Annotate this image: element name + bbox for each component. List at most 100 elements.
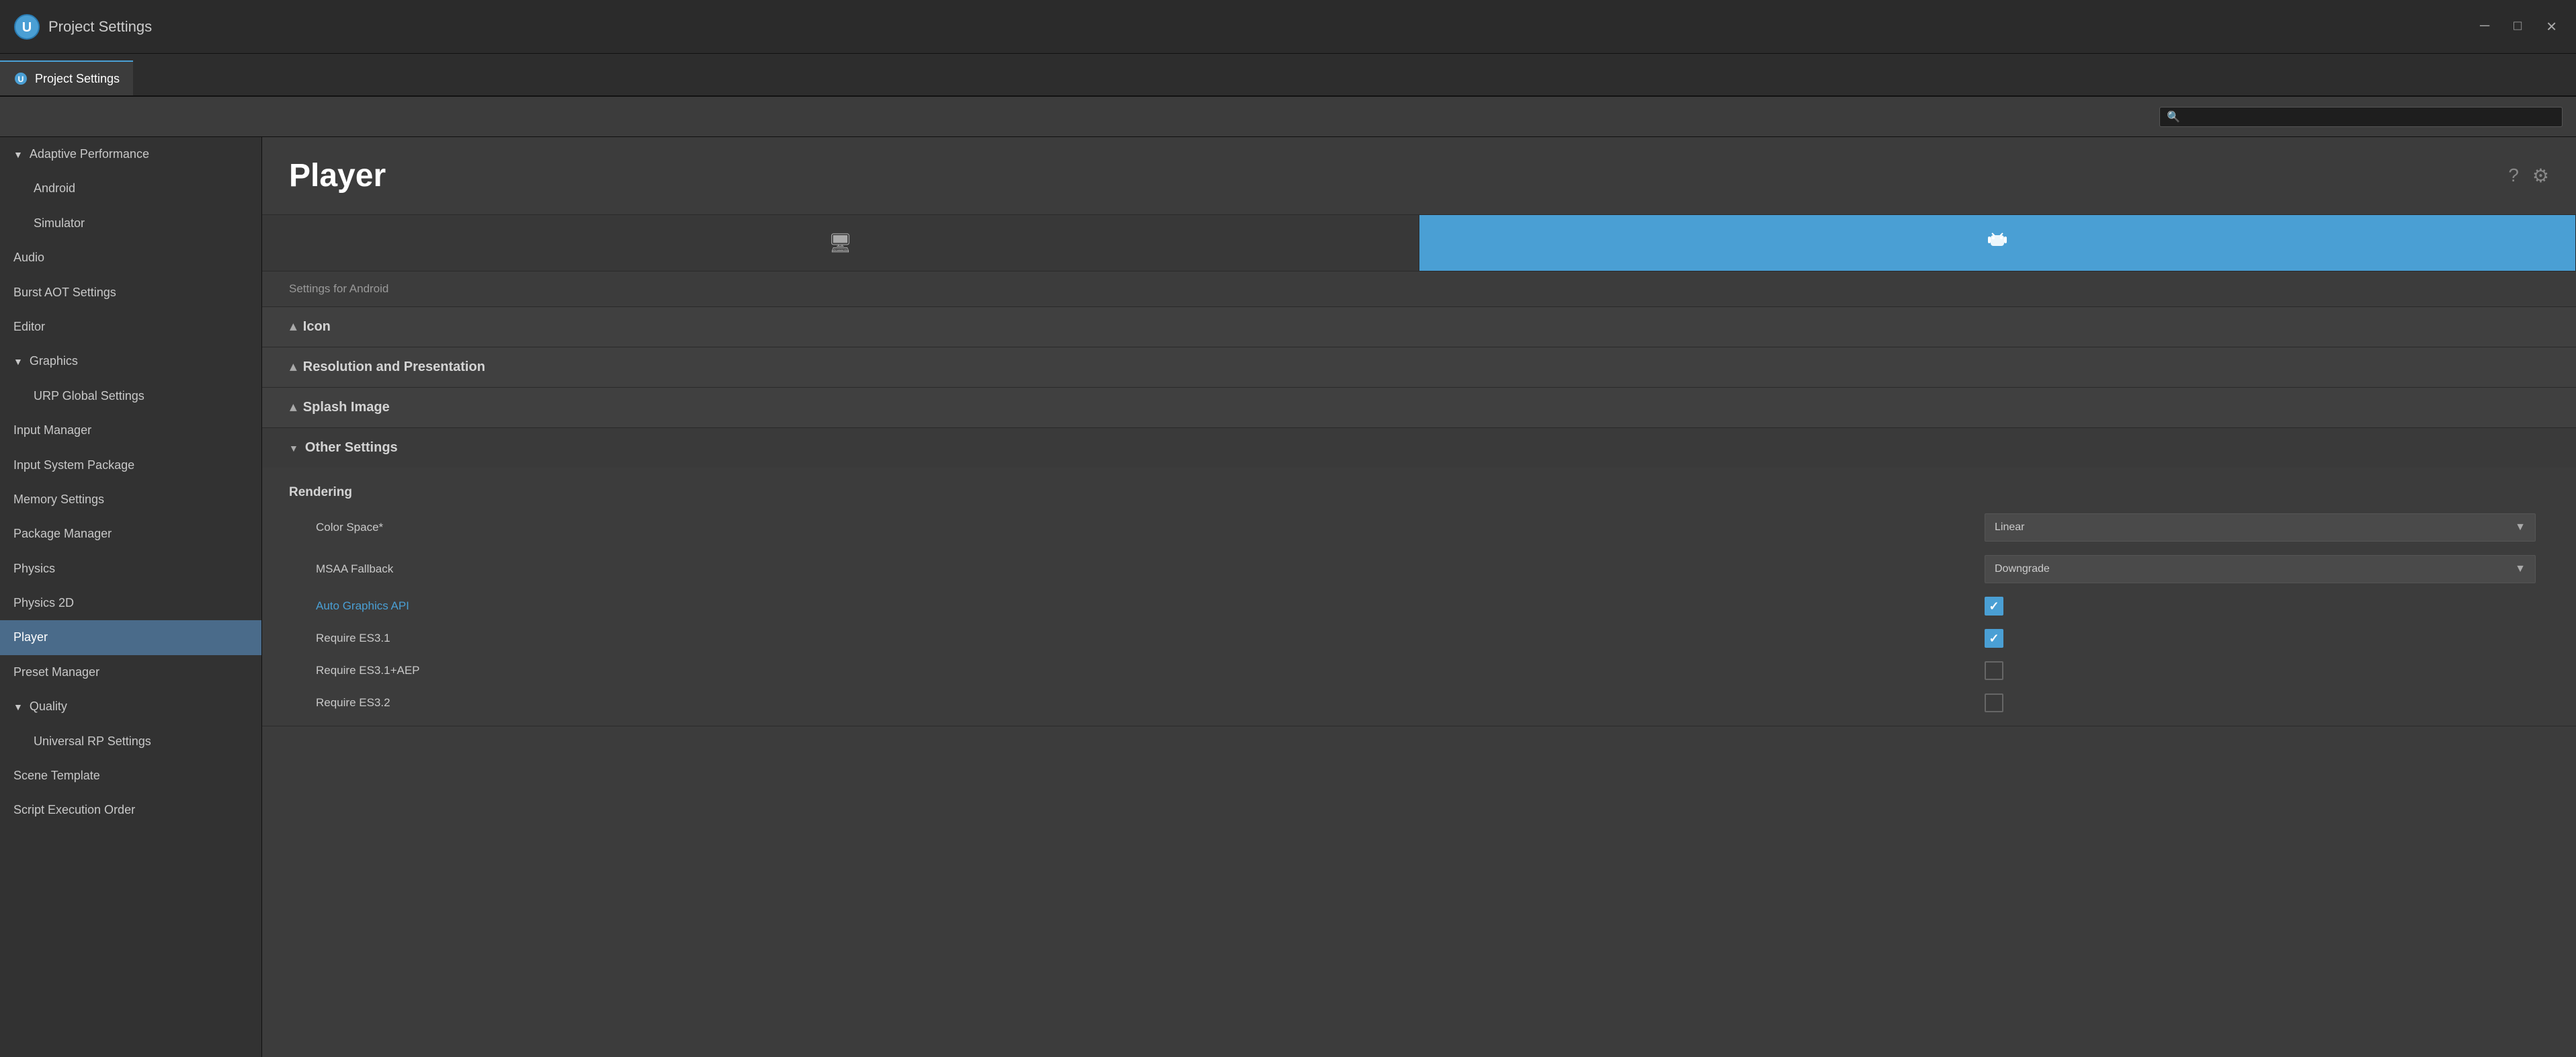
es31aep-value [1985, 661, 2536, 680]
sidebar-item-player[interactable]: Player [0, 620, 261, 654]
sidebar-label: Burst AOT Settings [13, 285, 116, 300]
header-icons: ? ⚙ [2508, 165, 2549, 187]
sidebar-label: Graphics [30, 353, 78, 369]
desktop-icon: 🖥 [828, 232, 852, 254]
platform-tab-android[interactable] [1419, 215, 2576, 271]
es31-checkbox[interactable] [1985, 629, 2003, 648]
sidebar-label: Simulator [34, 216, 85, 231]
sidebar-label: Universal RP Settings [34, 734, 151, 749]
section-resolution: ▶ Resolution and Presentation [262, 347, 2576, 388]
content-header: Player ? ⚙ [262, 137, 2576, 215]
sidebar-item-universal-rp[interactable]: Universal RP Settings [0, 724, 261, 759]
android-icon [1985, 228, 2009, 257]
settings-for-label: Settings for Android [262, 271, 2576, 307]
title-bar-text: Project Settings [48, 18, 152, 36]
sidebar-label: Audio [13, 250, 44, 265]
sidebar-item-script-execution[interactable]: Script Execution Order [0, 793, 261, 827]
sidebar-item-input-manager[interactable]: Input Manager [0, 413, 261, 448]
sidebar-item-physics-2d[interactable]: Physics 2D [0, 586, 261, 620]
dropdown-arrow-icon: ▼ [2515, 521, 2526, 534]
section-other-content: Rendering Color Space* Linear ▼ MSAA Fal… [262, 468, 2576, 726]
section-splash-header[interactable]: ▶ Splash Image [262, 388, 2576, 427]
sidebar-label: Physics 2D [13, 595, 74, 611]
search-container: 🔍 [2159, 107, 2563, 127]
section-other-header[interactable]: ▼ Other Settings [262, 428, 2576, 468]
setting-row-color-space: Color Space* Linear ▼ [289, 507, 2549, 548]
sidebar-item-burst-aot[interactable]: Burst AOT Settings [0, 276, 261, 310]
search-bar: 🔍 [0, 97, 2576, 137]
section-other-title: Other Settings [305, 440, 398, 456]
sidebar-label: Package Manager [13, 526, 112, 542]
es31aep-label: Require ES3.1+AEP [302, 664, 1985, 677]
sidebar-label: Adaptive Performance [30, 146, 149, 162]
sidebar-item-adaptive-performance[interactable]: ▼ Adaptive Performance [0, 137, 261, 171]
es31aep-checkbox-container [1985, 661, 2536, 680]
es32-checkbox[interactable] [1985, 693, 2003, 712]
section-triangle-icon: ▶ [287, 364, 298, 371]
sidebar-item-scene-template[interactable]: Scene Template [0, 759, 261, 793]
section-other-settings: ▼ Other Settings Rendering Color Space* … [262, 428, 2576, 726]
color-space-dropdown[interactable]: Linear ▼ [1985, 513, 2536, 542]
content-area: Player ? ⚙ 🖥 [262, 137, 2576, 1057]
maximize-button[interactable]: □ [2508, 15, 2527, 38]
setting-row-es31: Require ES3.1 [289, 622, 2549, 654]
sidebar-label: Physics [13, 561, 55, 577]
rendering-subsection-title: Rendering [289, 474, 2549, 507]
sidebar-item-urp-global[interactable]: URP Global Settings [0, 379, 261, 413]
sidebar-label: Preset Manager [13, 665, 99, 680]
sidebar: ▼ Adaptive Performance Android Simulator… [0, 137, 262, 1057]
search-input[interactable] [2186, 111, 2555, 122]
es31aep-checkbox[interactable] [1985, 661, 2003, 680]
es31-label: Require ES3.1 [302, 632, 1985, 645]
tab-project-settings[interactable]: U Project Settings [0, 60, 133, 95]
auto-graphics-value [1985, 597, 2536, 616]
msaa-dropdown[interactable]: Downgrade ▼ [1985, 555, 2536, 583]
auto-graphics-checkbox[interactable] [1985, 597, 2003, 616]
color-space-value: Linear ▼ [1985, 513, 2536, 542]
title-bar: U Project Settings ─ □ ✕ [0, 0, 2576, 54]
app-icon: U [13, 13, 40, 40]
platform-tab-desktop[interactable]: 🖥 [262, 215, 1419, 271]
sidebar-item-physics[interactable]: Physics [0, 552, 261, 586]
section-icon: ▶ Icon [262, 307, 2576, 347]
section-splash: ▶ Splash Image [262, 388, 2576, 428]
sidebar-label: Quality [30, 699, 67, 714]
section-resolution-header[interactable]: ▶ Resolution and Presentation [262, 347, 2576, 387]
es31-value [1985, 629, 2536, 648]
sidebar-item-android[interactable]: Android [0, 171, 261, 206]
sidebar-item-graphics[interactable]: ▼ Graphics [0, 344, 261, 378]
triangle-icon: ▼ [13, 701, 23, 713]
sidebar-item-simulator[interactable]: Simulator [0, 206, 261, 241]
es32-label: Require ES3.2 [302, 696, 1985, 710]
setting-row-msaa: MSAA Fallback Downgrade ▼ [289, 548, 2549, 590]
sidebar-item-memory-settings[interactable]: Memory Settings [0, 482, 261, 517]
sidebar-item-editor[interactable]: Editor [0, 310, 261, 344]
sidebar-label: Memory Settings [13, 492, 104, 507]
section-icon-header[interactable]: ▶ Icon [262, 307, 2576, 347]
auto-graphics-label[interactable]: Auto Graphics API [302, 599, 1985, 613]
sidebar-label: Input Manager [13, 423, 91, 438]
tab-bar: U Project Settings [0, 54, 2576, 97]
sidebar-label: Player [13, 630, 48, 645]
sidebar-item-preset-manager[interactable]: Preset Manager [0, 655, 261, 689]
sidebar-label: Scene Template [13, 768, 100, 784]
sidebar-item-input-system[interactable]: Input System Package [0, 448, 261, 482]
window-controls: ─ □ ✕ [2475, 15, 2563, 38]
close-button[interactable]: ✕ [2540, 15, 2563, 38]
sidebar-item-package-manager[interactable]: Package Manager [0, 517, 261, 551]
es32-checkbox-container [1985, 693, 2536, 712]
minimize-button[interactable]: ─ [2475, 15, 2495, 38]
msaa-label: MSAA Fallback [302, 562, 1985, 576]
tab-label: Project Settings [35, 72, 120, 86]
svg-text:U: U [18, 75, 24, 84]
es31-checkbox-container [1985, 629, 2536, 648]
sidebar-label: Script Execution Order [13, 802, 135, 818]
triangle-icon: ▼ [13, 355, 23, 368]
settings-icon[interactable]: ⚙ [2532, 165, 2549, 187]
section-splash-title: Splash Image [303, 400, 390, 415]
help-icon[interactable]: ? [2508, 165, 2519, 187]
sidebar-item-audio[interactable]: Audio [0, 241, 261, 275]
sidebar-item-quality[interactable]: ▼ Quality [0, 689, 261, 724]
svg-text:U: U [22, 20, 32, 35]
main-layout: ▼ Adaptive Performance Android Simulator… [0, 137, 2576, 1057]
